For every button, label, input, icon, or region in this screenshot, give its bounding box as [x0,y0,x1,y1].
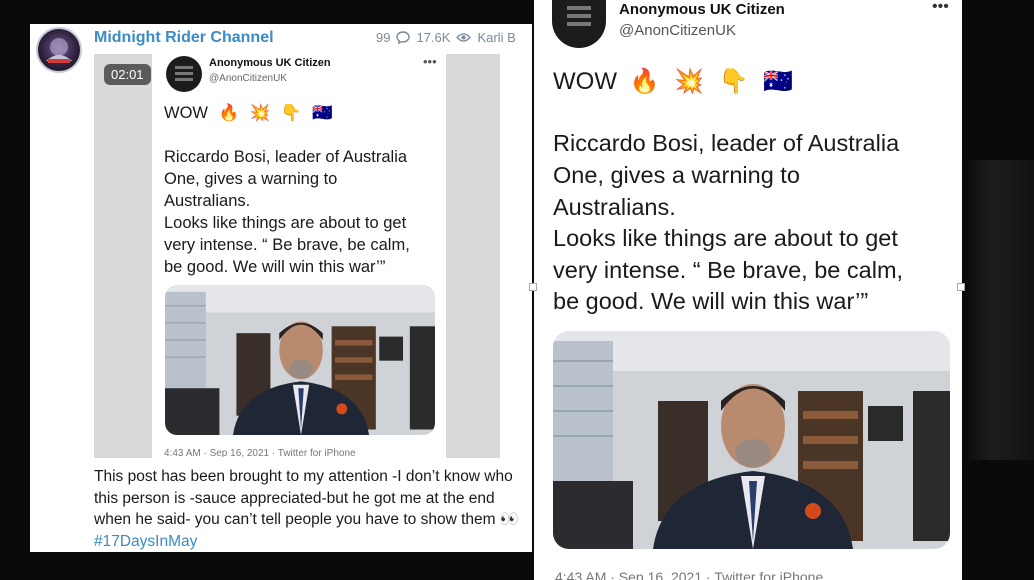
australia-flag-icon: 🇦🇺 [312,103,333,122]
comment-icon[interactable] [396,31,411,44]
tweet-line: very intense. “ Be brave, be calm, [553,257,904,283]
tweet-line: Looks like things are about to get [164,214,407,232]
tweet-author-name[interactable]: Anonymous UK Citizen [209,57,331,69]
post-stats: 99 17.6K Karli B [376,30,516,45]
tweet-headline: WOW 🔥 💥 👇 🇦🇺 [164,102,333,124]
tweet-author-name[interactable]: Anonymous UK Citizen [619,1,785,18]
tweet-timestamp: 4:43 AM · Sep 16, 2021 · Twitter for iPh… [555,569,824,580]
eyes-icon: 👀 [499,510,520,528]
view-count: 17.6K [416,30,451,45]
tweet-line: Australians. [164,192,251,210]
collision-icon: 💥 [674,67,705,95]
tweet-author-avatar[interactable] [166,56,202,92]
tweet-line: very intense. “ Be brave, be calm, [164,236,410,254]
tweet-timestamp: 4:43 AM · Sep 16, 2021 · Twitter for iPh… [164,448,356,457]
pointing-down-icon: 👇 [718,67,749,95]
video-frame-image [553,331,950,549]
tweet-line: One, gives a warning to [164,170,338,188]
australia-flag-icon: 🇦🇺 [763,67,794,95]
tweet-headline-text: WOW [164,104,208,122]
background-streak [964,160,1034,460]
video-frame-image [165,285,435,435]
tweet-video-thumbnail[interactable] [553,331,950,549]
tweet-author-handle[interactable]: @AnonCitizenUK [619,22,736,39]
tweet-line: be good. We will win this war’” [553,288,869,314]
resize-handle-right[interactable] [957,283,965,291]
tweet-line: One, gives a warning to [553,162,800,188]
channel-name[interactable]: Midnight Rider Channel [94,29,274,47]
tweet-headline-text: WOW [553,68,617,95]
tweet-line: be good. We will win this war’” [164,258,386,276]
video-duration: 02:01 [104,64,151,85]
more-options-icon[interactable]: ••• [423,54,437,69]
fire-icon: 🔥 [629,67,660,95]
reply-count: 99 [376,30,391,45]
tweet-line: Riccardo Bosi, leader of Australia [164,148,408,166]
tweet-headline: WOW 🔥 💥 👇 🇦🇺 [553,66,793,98]
channel-avatar[interactable] [36,27,82,73]
tweet-line: Riccardo Bosi, leader of Australia [553,130,900,156]
resize-handle-left[interactable] [529,283,537,291]
pointing-down-icon: 👇 [280,103,302,122]
eye-icon [456,33,472,42]
fire-icon: 🔥 [218,103,240,122]
hashtag-link[interactable]: #17DaysInMay [94,533,197,550]
tweet-video-thumbnail[interactable] [165,285,435,435]
tweet-line: Australians. [553,194,676,220]
post-author: Karli B [477,30,516,45]
rider-logo-icon [46,38,72,63]
collision-icon: 💥 [249,103,271,122]
tweet-line: Looks like things are about to get [553,225,898,251]
more-options-icon[interactable]: ••• [932,0,949,16]
tweet-author-handle[interactable]: @AnonCitizenUK [209,73,287,84]
post-caption: This post has been brought to my attenti… [94,466,524,552]
avatar-text-icon [175,66,193,81]
caption-text: This post has been brought to my attenti… [94,468,513,528]
